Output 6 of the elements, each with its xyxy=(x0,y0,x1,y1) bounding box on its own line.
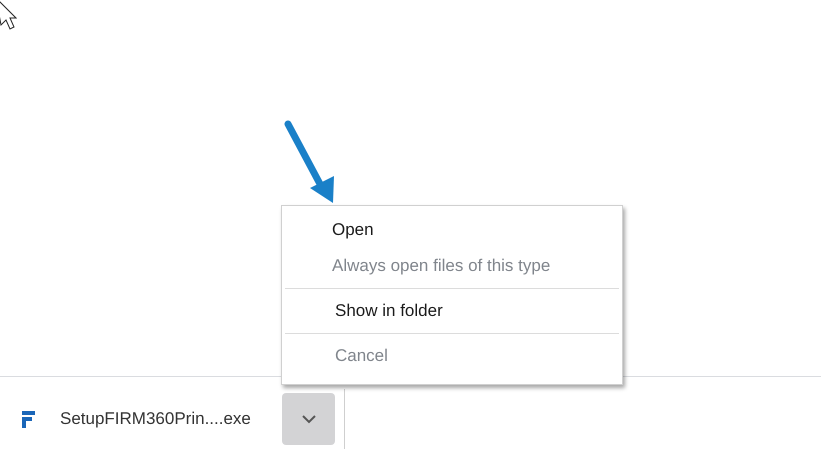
menu-item[interactable]: Open xyxy=(282,212,622,248)
menu-item[interactable]: Show in folder xyxy=(285,293,619,329)
file-icon xyxy=(22,410,35,428)
file-name[interactable]: SetupFIRM360Prin....exe xyxy=(60,406,270,432)
chevron-down-icon xyxy=(302,414,316,424)
dropdown-button[interactable] xyxy=(282,393,335,445)
